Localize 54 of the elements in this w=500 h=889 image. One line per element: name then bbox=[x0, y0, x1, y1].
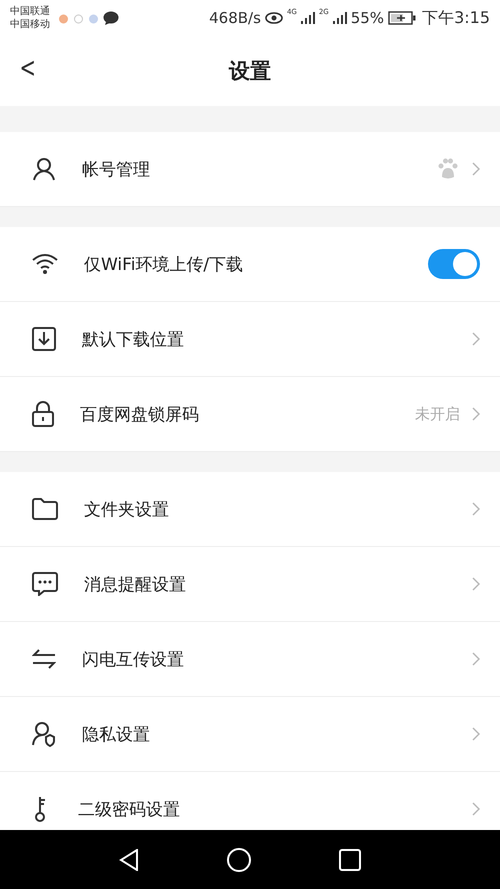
settings-label: 仅WiFi环境上传/下载 bbox=[84, 254, 244, 276]
network-speed: 468B/s bbox=[209, 9, 261, 27]
carrier-name: 中国联通 bbox=[10, 5, 50, 18]
settings-row[interactable]: 默认下载位置 bbox=[0, 302, 500, 377]
settings-label: 帐号管理 bbox=[82, 158, 151, 180]
paw-icon bbox=[436, 157, 460, 181]
transfer-icon bbox=[32, 649, 56, 669]
notification-icon bbox=[73, 12, 84, 24]
notification-icon bbox=[58, 12, 69, 24]
person-shield-icon bbox=[32, 721, 56, 747]
battery-percent: 55% bbox=[350, 9, 384, 27]
chevron-icon bbox=[472, 577, 480, 591]
settings-label: 文件夹设置 bbox=[84, 498, 170, 520]
page-title: 设置 bbox=[229, 58, 271, 85]
wifi-icon bbox=[32, 253, 58, 275]
status-value: 未开启 bbox=[415, 404, 460, 424]
settings-row[interactable]: 闪电互传设置 bbox=[0, 622, 500, 697]
settings-label: 闪电互传设置 bbox=[82, 648, 185, 670]
recents-nav-icon[interactable] bbox=[339, 848, 361, 870]
chevron-icon bbox=[472, 802, 480, 816]
settings-label: 二级密码设置 bbox=[78, 798, 181, 820]
carrier-name: 中国移动 bbox=[10, 18, 50, 31]
settings-row[interactable]: 帐号管理 bbox=[0, 132, 500, 207]
chevron-icon bbox=[472, 407, 480, 421]
person-icon bbox=[32, 157, 56, 181]
chevron-icon bbox=[472, 332, 480, 346]
clock-time: 下午3:15 bbox=[422, 8, 490, 28]
settings-label: 消息提醒设置 bbox=[84, 574, 187, 596]
toggle-switch[interactable] bbox=[428, 249, 480, 279]
chevron-icon bbox=[472, 727, 480, 741]
download-icon bbox=[32, 327, 56, 351]
chevron-icon bbox=[472, 502, 480, 516]
lock-icon bbox=[32, 401, 54, 427]
settings-label: 默认下载位置 bbox=[82, 328, 185, 350]
notification-icon bbox=[88, 12, 99, 24]
settings-row[interactable]: 仅WiFi环境上传/下载 bbox=[0, 227, 500, 302]
settings-row[interactable]: 消息提醒设置 bbox=[0, 547, 500, 622]
eye-icon bbox=[264, 12, 283, 24]
message-icon bbox=[32, 572, 58, 596]
back-button[interactable]: < bbox=[16, 51, 39, 84]
signal-icon bbox=[332, 12, 347, 24]
settings-row[interactable]: 百度网盘锁屏码 未开启 bbox=[0, 377, 500, 452]
settings-label: 隐私设置 bbox=[82, 724, 151, 746]
settings-label: 百度网盘锁屏码 bbox=[80, 404, 200, 426]
signal-icon bbox=[300, 12, 315, 24]
battery-icon bbox=[388, 11, 416, 25]
folder-icon bbox=[32, 498, 58, 520]
settings-row[interactable]: 隐私设置 bbox=[0, 697, 500, 772]
chat-icon bbox=[103, 11, 119, 25]
chevron-icon bbox=[472, 652, 480, 666]
chevron-icon bbox=[472, 162, 480, 176]
home-nav-icon[interactable] bbox=[227, 848, 251, 872]
settings-row[interactable]: 文件夹设置 bbox=[0, 472, 500, 547]
back-nav-icon[interactable] bbox=[119, 848, 139, 870]
